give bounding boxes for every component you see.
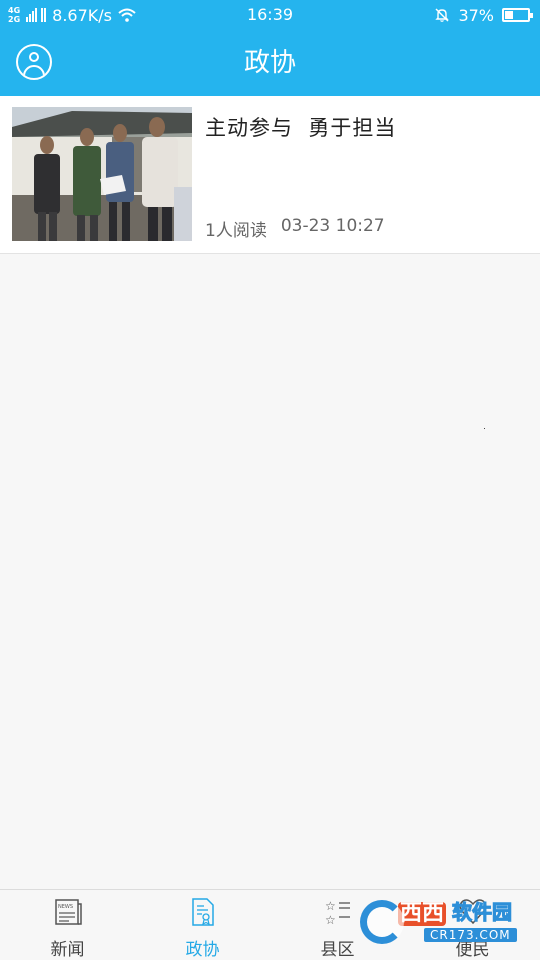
svg-text:☆: ☆ [325, 913, 336, 926]
document-icon [191, 898, 214, 926]
star-list-icon: ☆ ☆ [325, 899, 350, 926]
app-header: 政协 [0, 30, 540, 96]
svg-text:NEWS: NEWS [58, 904, 73, 910]
news-meta: 1人阅读 03-23 10:27 [205, 216, 385, 241]
tab-news[interactable]: NEWS 新闻 [0, 890, 135, 960]
newspaper-icon: NEWS [54, 899, 82, 925]
page-title: 政协 [243, 48, 296, 78]
screen-artifact-dot [484, 428, 485, 429]
signal-icon-secondary [41, 8, 47, 22]
status-bar: 4G 2G 8.67K/s 16:39 37% [0, 0, 540, 30]
status-left: 4G 2G 8.67K/s [8, 0, 136, 30]
bottom-tab-bar: NEWS 新闻 政协 ☆ ☆ 县区 便民 [0, 889, 540, 960]
user-avatar-icon[interactable] [16, 44, 52, 80]
news-date: 03-23 10:27 [280, 216, 385, 236]
network-type-icon: 4G 2G [8, 6, 20, 24]
tab-services[interactable]: 便民 [405, 890, 540, 960]
heart-icon [459, 899, 486, 925]
network-type-bottom: 2G [8, 15, 21, 24]
tab-services-label: 便民 [455, 940, 490, 960]
tab-news-label: 新闻 [50, 940, 85, 960]
tab-cppcc-label: 政协 [185, 940, 220, 960]
tab-cppcc[interactable]: 政协 [135, 890, 270, 960]
news-read-count: 1人阅读 [205, 221, 267, 241]
wifi-icon [118, 8, 136, 22]
network-speed: 8.67K/s [52, 5, 112, 25]
battery-fill [505, 11, 513, 19]
tab-county-label: 县区 [320, 940, 355, 960]
news-title: 主动参与 勇于担当 [205, 116, 397, 140]
news-list: 主动参与 勇于担当 1人阅读 03-23 10:27 [0, 96, 540, 254]
status-right: 37% [434, 0, 533, 30]
news-item[interactable]: 主动参与 勇于担当 1人阅读 03-23 10:27 [0, 96, 540, 254]
svg-text:☆: ☆ [325, 899, 336, 913]
battery-icon [502, 8, 533, 22]
network-type-top: 4G [8, 6, 21, 15]
battery-percent: 37% [458, 5, 494, 25]
tab-county[interactable]: ☆ ☆ 县区 [270, 890, 405, 960]
bell-muted-icon [435, 8, 450, 22]
news-thumbnail [12, 107, 192, 241]
signal-icon [26, 8, 38, 22]
